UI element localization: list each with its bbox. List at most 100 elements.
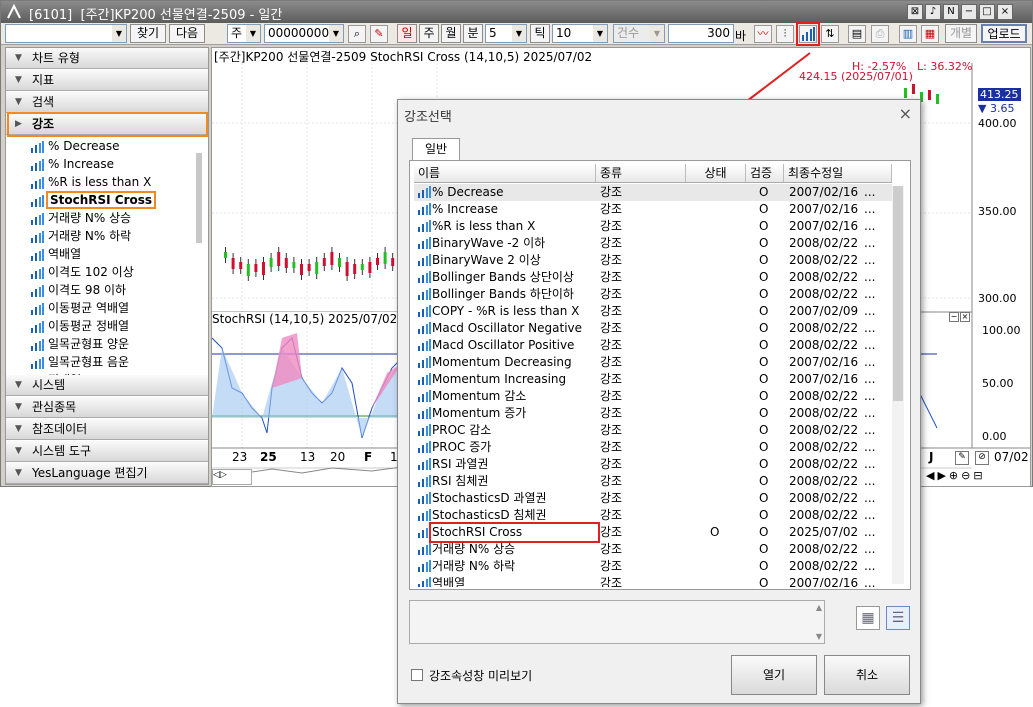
sidebar-highlight-item[interactable]: 이격도 98 이하 bbox=[26, 281, 126, 299]
sidebar-highlight-item[interactable]: 거래량 N% 하락 bbox=[26, 227, 131, 245]
group-system-tools[interactable]: ▼ 시스템 도구 bbox=[6, 441, 208, 462]
preview-checkbox[interactable] bbox=[411, 669, 423, 681]
table-row[interactable]: 역배열 강조 O 2007/02/16... bbox=[414, 575, 892, 587]
grid-table-icon[interactable]: ▦ bbox=[921, 25, 939, 43]
title-btn-3[interactable]: N bbox=[943, 4, 959, 20]
col-name[interactable]: 이름 bbox=[414, 164, 596, 183]
table-row[interactable]: 거래량 N% 상승 강조 O 2008/02/22... bbox=[414, 541, 892, 558]
sidebar-highlight-item[interactable]: 이동평균 정배열 bbox=[26, 317, 129, 335]
table-row[interactable]: %R is less than X 강조 O 2007/02/16... bbox=[414, 218, 892, 235]
group-reference[interactable]: ▼ 참조데이터 bbox=[6, 419, 208, 440]
sidebar-highlight-item[interactable]: 이동평균 역배열 bbox=[26, 299, 129, 317]
sidebar-highlight-item[interactable]: 일목균형표 음운 bbox=[26, 353, 129, 371]
sidebar-highlight-item[interactable]: StochRSI Cross bbox=[26, 191, 157, 209]
table-row[interactable]: 거래량 N% 하락 강조 O 2008/02/22... bbox=[414, 558, 892, 575]
col-modified-date[interactable]: 최종수정일 bbox=[784, 164, 892, 183]
table-row[interactable]: Macd Oscillator Negative 강조 O 2008/02/22... bbox=[414, 320, 892, 337]
tab-general[interactable]: 일반 bbox=[412, 138, 460, 161]
sidebar-highlight-item[interactable]: 일목균형표 양운 bbox=[26, 335, 129, 353]
list-view-icon[interactable]: ☰ bbox=[886, 606, 910, 630]
title-btn-1[interactable]: ⊠ bbox=[907, 4, 923, 20]
individual-button[interactable]: 개별 bbox=[945, 24, 977, 43]
minimize-button[interactable]: − bbox=[961, 4, 977, 20]
maximize-button[interactable]: □ bbox=[979, 4, 995, 20]
table-row[interactable]: StochasticsD 과열권 강조 O 2008/02/22... bbox=[414, 490, 892, 507]
sidebar-highlight-item[interactable]: %R is less than X bbox=[26, 173, 151, 191]
document-icon[interactable]: ▤ bbox=[848, 25, 866, 43]
sidebar-highlight-item[interactable]: 역배열 bbox=[26, 245, 81, 263]
week-button[interactable]: 주 bbox=[419, 24, 439, 43]
month-button[interactable]: 월 bbox=[441, 24, 461, 43]
table-row[interactable]: Momentum 증가 강조 O 2008/02/22... bbox=[414, 405, 892, 422]
cancel-button[interactable]: 취소 bbox=[824, 655, 910, 695]
sidebar-highlight-item[interactable]: % Increase bbox=[26, 155, 114, 173]
list-scrollbar[interactable] bbox=[892, 186, 904, 584]
open-button[interactable]: 열기 bbox=[731, 655, 817, 695]
table-row[interactable]: BinaryWave 2 이상 강조 O 2008/02/22... bbox=[414, 252, 892, 269]
table-row[interactable]: RSI 침체권 강조 O 2008/02/22... bbox=[414, 473, 892, 490]
table-row[interactable]: Momentum Decreasing 강조 O 2007/02/16... bbox=[414, 354, 892, 371]
table-row[interactable]: Macd Oscillator Positive 강조 O 2008/02/22... bbox=[414, 337, 892, 354]
dialog-close-icon[interactable]: × bbox=[899, 104, 912, 123]
table-row[interactable]: % Increase 강조 O 2007/02/16... bbox=[414, 201, 892, 218]
group-indicator[interactable]: ▼ 지표 bbox=[6, 70, 208, 91]
sidebar-highlight-item[interactable]: % Decrease bbox=[26, 137, 119, 155]
table-row[interactable]: PROC 증가 강조 O 2008/02/22... bbox=[414, 439, 892, 456]
table-row[interactable]: BinaryWave -2 이하 강조 O 2008/02/22... bbox=[414, 235, 892, 252]
table-row[interactable]: Bollinger Bands 상단이상 강조 O 2008/02/22... bbox=[414, 269, 892, 286]
print-icon[interactable]: ⎙ bbox=[871, 25, 889, 43]
upload-button[interactable]: 업로드 bbox=[981, 24, 1027, 43]
col-type[interactable]: 종류 bbox=[596, 164, 686, 183]
scroll-nav-controls[interactable]: ◀▶⊕⊖⊟ bbox=[926, 469, 1030, 485]
search-icon[interactable]: ⌕ bbox=[348, 25, 366, 43]
next-button[interactable]: 다음 bbox=[169, 24, 205, 43]
scroll-up-icon[interactable]: ▲ bbox=[816, 603, 822, 612]
sidebar-highlight-item[interactable]: 이격도 102 이상 bbox=[26, 263, 134, 281]
group-search[interactable]: ▼ 검색 bbox=[6, 92, 208, 113]
code-combo[interactable]: 00000000 ▼ bbox=[264, 24, 344, 43]
title-btn-2[interactable]: ♪ bbox=[925, 4, 941, 20]
table-row[interactable]: Bollinger Bands 하단이하 강조 O 2008/02/22... bbox=[414, 286, 892, 303]
crosshair-icon[interactable]: ⊘ bbox=[975, 451, 989, 465]
scroll-down-icon[interactable]: ▼ bbox=[816, 632, 822, 641]
col-verify[interactable]: 검증 bbox=[746, 164, 784, 183]
group-yeslanguage[interactable]: ▼ YesLanguage 편집기 bbox=[6, 463, 208, 484]
period-combo[interactable]: 주 ▼ bbox=[227, 24, 261, 43]
col-status[interactable]: 상태 bbox=[686, 164, 746, 183]
count-input[interactable]: 300 bbox=[668, 24, 734, 43]
grid-view-icon[interactable]: ▦ bbox=[856, 606, 880, 630]
chart-settings-icon[interactable]: ▥ bbox=[899, 25, 917, 43]
group-watchlist[interactable]: ▼ 관심종목 bbox=[6, 397, 208, 418]
find-button[interactable]: 찾기 bbox=[130, 24, 166, 43]
table-row[interactable]: COPY - %R is less than X 강조 O 2007/02/09... bbox=[414, 303, 892, 320]
sort-icon[interactable]: ⇅ bbox=[821, 25, 839, 43]
group-system[interactable]: ▼ 시스템 bbox=[6, 375, 208, 396]
scrollbar-thumb[interactable] bbox=[893, 186, 903, 401]
count-combo[interactable]: 건수 ▼ bbox=[613, 24, 665, 43]
zoom-scroll-handle[interactable]: ◁▷ bbox=[212, 469, 252, 485]
table-row[interactable]: RSI 과열권 강조 O 2008/02/22... bbox=[414, 456, 892, 473]
search-clear-icon[interactable]: ✎ bbox=[370, 25, 388, 43]
description-box[interactable]: ▲ ▼ bbox=[409, 600, 825, 644]
pane-close-icon[interactable]: × bbox=[960, 312, 970, 322]
pane-minimize-icon[interactable]: − bbox=[949, 312, 959, 322]
symbol-combo[interactable]: ▼ bbox=[5, 24, 127, 43]
table-row[interactable]: Momentum Increasing 강조 O 2007/02/16... bbox=[414, 371, 892, 388]
day-button[interactable]: 일 bbox=[397, 24, 417, 43]
table-row[interactable]: StochRSI Cross 강조 O O 2025/07/02... bbox=[414, 522, 892, 543]
minute-button[interactable]: 분 bbox=[463, 24, 483, 43]
tick-combo[interactable]: 10 ▼ bbox=[552, 24, 608, 43]
line-chart-icon[interactable]: 〰 bbox=[754, 25, 772, 43]
edit-icon[interactable]: ✎ bbox=[955, 451, 969, 465]
close-button[interactable]: × bbox=[997, 4, 1013, 20]
candle-icon[interactable]: ⫶ bbox=[776, 25, 794, 43]
highlight-bars-icon bbox=[417, 475, 431, 487]
minute-combo[interactable]: 5 ▼ bbox=[485, 24, 527, 43]
table-row[interactable]: % Decrease 강조 O 2007/02/16... bbox=[414, 184, 892, 201]
sidebar-highlight-item[interactable]: 거래량 N% 상승 bbox=[26, 209, 131, 227]
sidebar-scrollbar[interactable] bbox=[196, 153, 202, 243]
table-row[interactable]: PROC 감소 강조 O 2008/02/22... bbox=[414, 422, 892, 439]
table-row[interactable]: Momentum 감소 강조 O 2008/02/22... bbox=[414, 388, 892, 405]
group-chart-type[interactable]: ▼ 차트 유형 bbox=[6, 48, 208, 69]
tick-button[interactable]: 틱 bbox=[530, 24, 550, 43]
